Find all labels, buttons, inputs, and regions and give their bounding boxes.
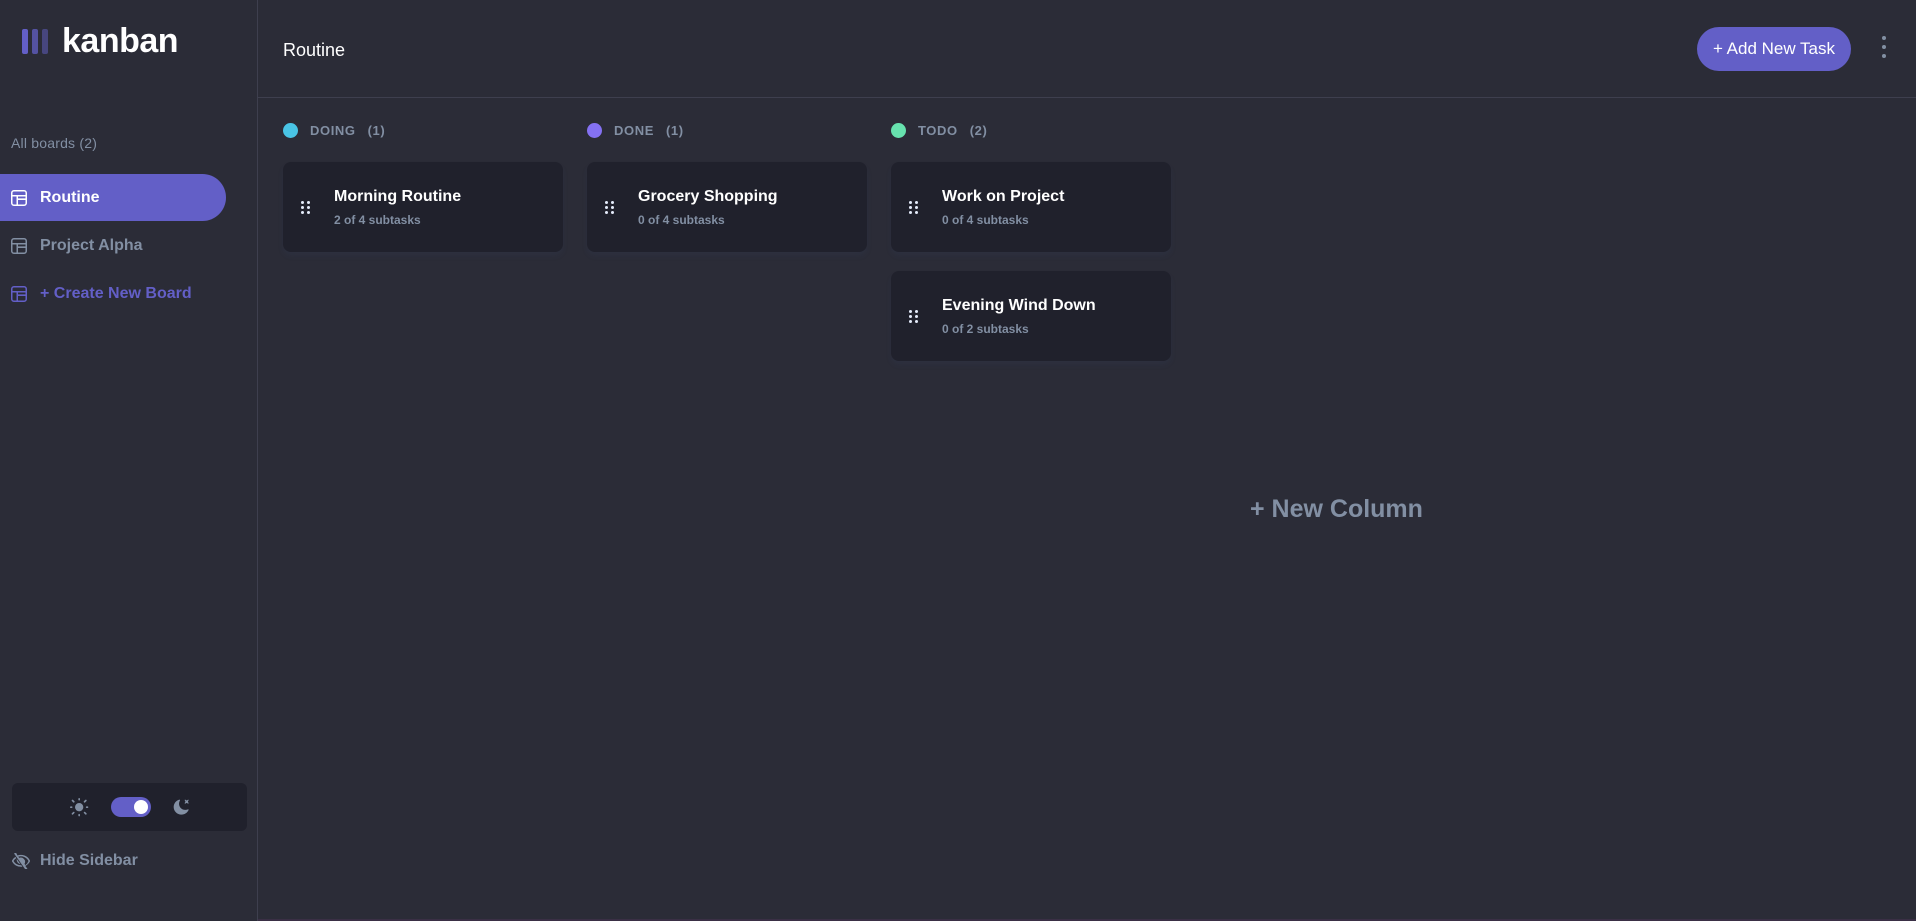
task-subtasks: 2 of 4 subtasks	[334, 213, 421, 227]
hide-sidebar-button[interactable]: Hide Sidebar	[12, 852, 138, 870]
moon-icon	[173, 799, 189, 815]
board-header: Routine + Add New Task	[258, 0, 1916, 98]
sun-icon	[70, 797, 89, 816]
column-count: (1)	[665, 122, 684, 138]
new-column-button[interactable]: + New Column	[1250, 495, 1423, 524]
drag-handle-icon[interactable]	[909, 201, 918, 214]
board-title: Routine	[283, 40, 346, 60]
column-header: TODO (2)	[891, 122, 1171, 138]
column-name: TODO	[918, 122, 958, 138]
kanban-logo-icon	[22, 29, 48, 54]
task-title: Grocery Shopping	[638, 188, 778, 205]
sidebar-item-routine[interactable]: Routine	[0, 174, 226, 221]
app-logo: kanban	[22, 22, 179, 61]
create-board-label: + Create New Board	[40, 284, 192, 302]
column-header: DONE (1)	[587, 122, 867, 138]
board-icon	[11, 285, 27, 302]
task-subtasks: 0 of 2 subtasks	[942, 322, 1029, 336]
board-list: Routine Project Alpha + Create New Board	[0, 174, 226, 318]
more-options-icon[interactable]	[1878, 34, 1890, 60]
drag-handle-icon[interactable]	[909, 310, 918, 323]
task-card[interactable]: Work on Project 0 of 4 subtasks	[891, 162, 1171, 252]
column-count: (2)	[969, 122, 988, 138]
drag-handle-icon[interactable]	[605, 201, 614, 214]
sidebar-item-project-alpha[interactable]: Project Alpha	[0, 222, 226, 269]
all-boards-heading: All boards (2)	[11, 135, 98, 151]
task-title: Evening Wind Down	[942, 297, 1096, 314]
board-icon	[11, 189, 27, 206]
hide-sidebar-label: Hide Sidebar	[40, 852, 138, 869]
column-color-dot	[891, 122, 906, 138]
task-card[interactable]: Evening Wind Down 0 of 2 subtasks	[891, 271, 1171, 361]
task-subtasks: 0 of 4 subtasks	[638, 213, 725, 227]
column-header: DOING (1)	[283, 122, 563, 138]
theme-switch[interactable]	[111, 797, 151, 817]
column-name: DOING	[310, 122, 356, 138]
add-new-task-button[interactable]: + Add New Task	[1697, 27, 1851, 71]
column-doing: DOING (1) Morning Routine 2 of 4 subtask…	[283, 122, 563, 252]
board-icon	[11, 237, 27, 254]
task-card[interactable]: Morning Routine 2 of 4 subtasks	[283, 162, 563, 252]
eye-slash-icon	[12, 853, 30, 869]
task-title: Morning Routine	[334, 188, 462, 205]
logo-text: kanban	[62, 22, 179, 60]
column-name: DONE	[614, 122, 654, 138]
sidebar-item-label: Project Alpha	[40, 236, 143, 254]
column-color-dot	[283, 122, 298, 138]
create-new-board-button[interactable]: + Create New Board	[0, 270, 226, 317]
column-count: (1)	[367, 122, 386, 138]
task-card[interactable]: Grocery Shopping 0 of 4 subtasks	[587, 162, 867, 252]
theme-toggle-panel	[12, 783, 247, 831]
theme-switch-knob	[134, 800, 148, 814]
column-done: DONE (1) Grocery Shopping 0 of 4 subtask…	[587, 122, 867, 252]
sidebar: kanban All boards (2) Routine Project Al…	[0, 0, 258, 921]
column-todo: TODO (2) Work on Project 0 of 4 subtasks…	[891, 122, 1171, 361]
drag-handle-icon[interactable]	[301, 201, 310, 214]
sidebar-item-label: Routine	[40, 188, 100, 206]
task-subtasks: 0 of 4 subtasks	[942, 213, 1029, 227]
column-color-dot	[587, 122, 602, 138]
task-title: Work on Project	[942, 188, 1065, 205]
